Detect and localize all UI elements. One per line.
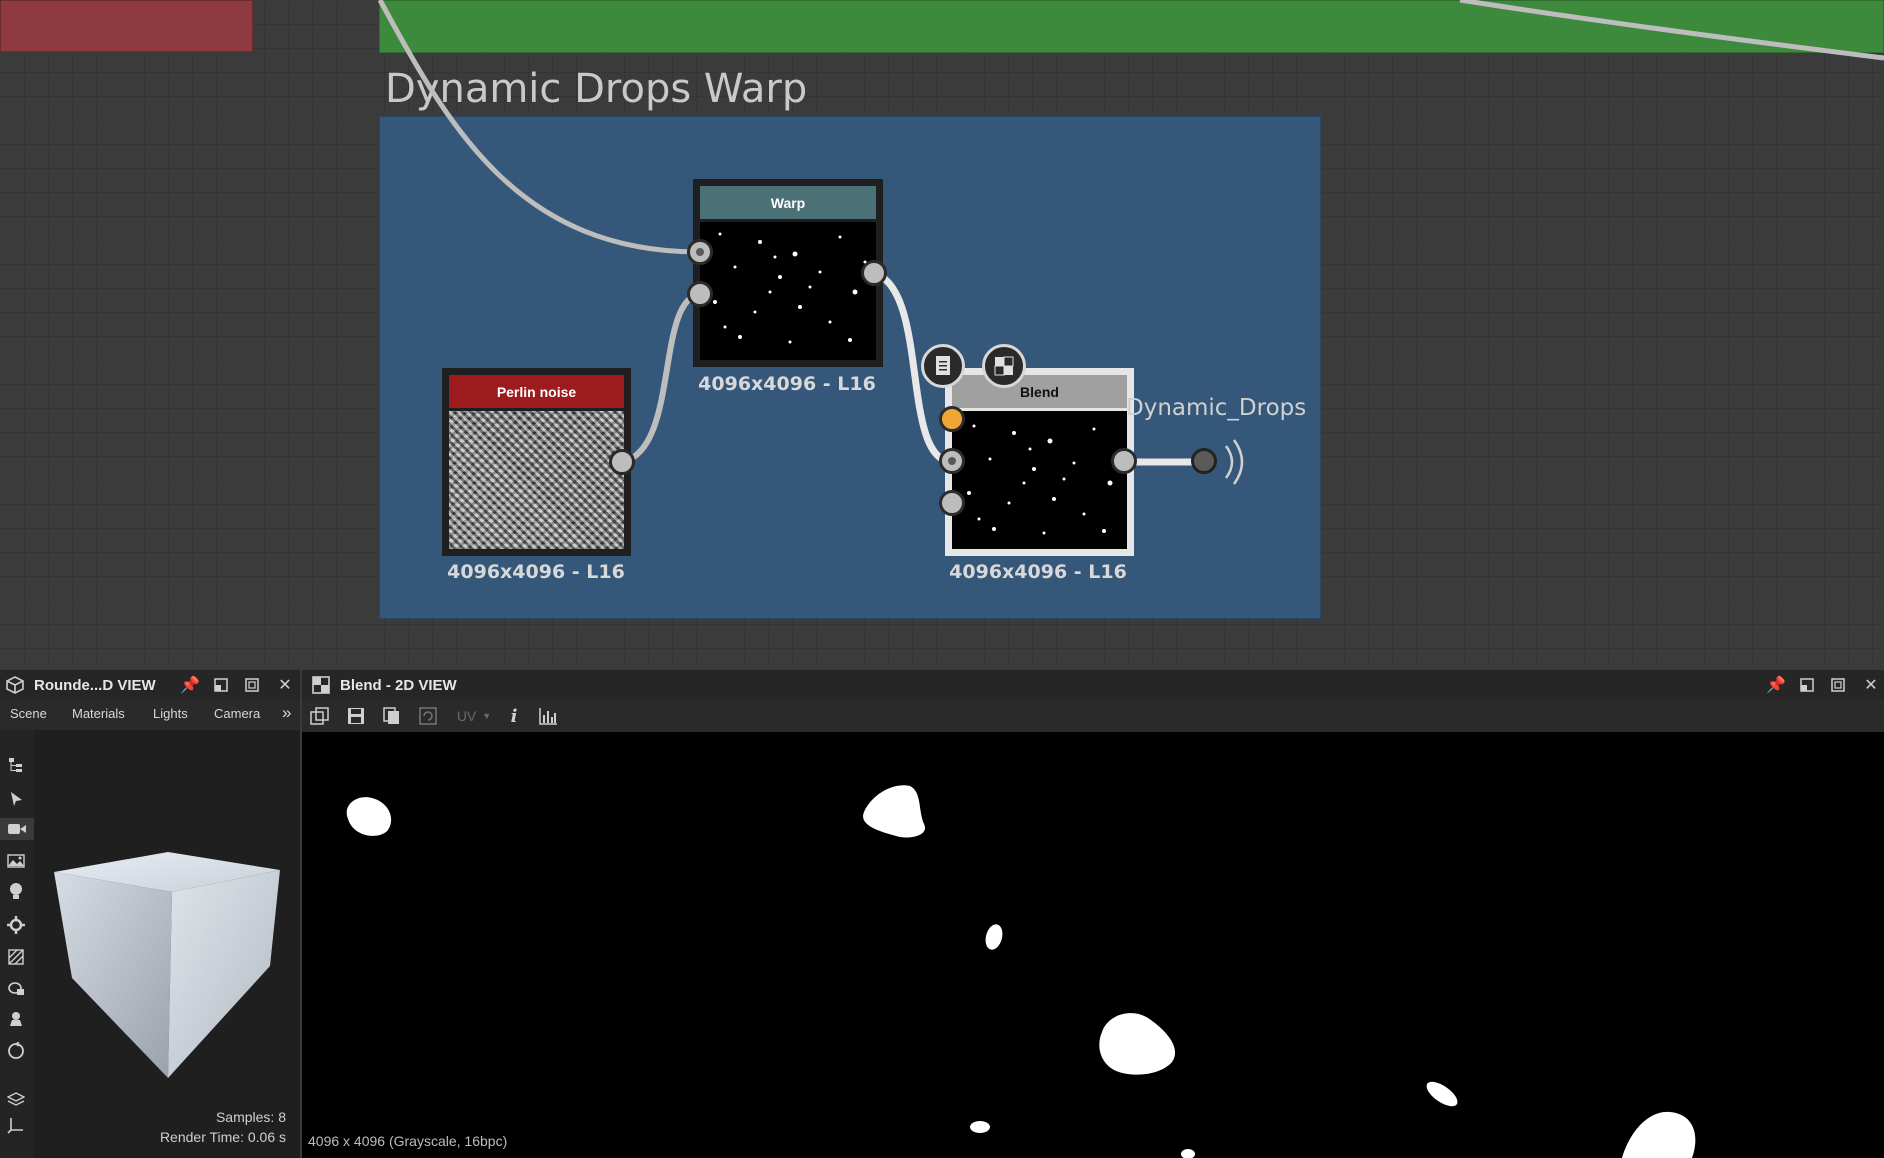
- layers-icon[interactable]: [5, 1088, 27, 1110]
- info-icon[interactable]: i: [502, 705, 526, 727]
- pin-icon[interactable]: 📌: [1766, 676, 1786, 694]
- warp-output-port[interactable]: [861, 260, 887, 286]
- refresh-icon[interactable]: [416, 705, 440, 727]
- hierarchy-icon[interactable]: [5, 754, 27, 776]
- undock-icon[interactable]: [212, 676, 230, 694]
- drops-thumbnail: [967, 424, 1120, 535]
- drop-shape: [1099, 1013, 1176, 1075]
- document-icon: [936, 356, 950, 375]
- menu-materials[interactable]: Materials: [72, 706, 125, 721]
- perlin-noise-node-header: Perlin noise: [449, 375, 624, 408]
- perlin-noise-node[interactable]: Perlin noise: [442, 368, 631, 556]
- uv-dropdown[interactable]: UV ▼: [452, 705, 496, 727]
- blend-output-image: [346, 785, 1696, 1158]
- 3d-viewport[interactable]: Samples: 8 Render Time: 0.06 s: [34, 730, 300, 1158]
- 2d-viewport[interactable]: [302, 732, 1884, 1158]
- drop-shape: [985, 924, 1003, 950]
- environment-icon[interactable]: [5, 849, 27, 871]
- undock-icon[interactable]: [1798, 676, 1816, 694]
- blend-node-thumbnail: [952, 411, 1127, 549]
- 3d-view-title: Rounde...D VIEW: [34, 676, 156, 694]
- settings-icon[interactable]: [5, 914, 27, 936]
- 2d-view-status: 4096 x 4096 (Grayscale, 16bpc): [308, 1133, 508, 1149]
- warp-node-title: Warp: [770, 194, 806, 211]
- render-time: Render Time: 0.06 s: [159, 1129, 286, 1145]
- cube-icon: [6, 676, 24, 694]
- wire-top-right: [1459, 0, 1884, 61]
- drop-shape: [1622, 1111, 1696, 1158]
- blend-node-resolution: 4096x4096 - L16: [949, 561, 1127, 583]
- blend-node[interactable]: Blend: [945, 368, 1134, 556]
- select-arrow-icon[interactable]: [5, 788, 27, 810]
- drop-shape: [863, 785, 926, 838]
- menu-lights[interactable]: Lights: [153, 706, 188, 721]
- blend-node-header: Blend: [952, 375, 1127, 408]
- histogram-icon[interactable]: [536, 705, 560, 727]
- menu-more-icon[interactable]: »: [282, 703, 291, 723]
- warp-node-thumbnail: [700, 222, 876, 360]
- blend-checker-badge[interactable]: [982, 344, 1026, 388]
- perlin-noise-thumbnail: [449, 411, 624, 549]
- drop-shape: [1181, 1149, 1195, 1158]
- drop-shape: [970, 1121, 990, 1133]
- blend-node-title: Blend: [1020, 383, 1059, 400]
- light-icon[interactable]: [5, 880, 27, 902]
- node-graph-canvas[interactable]: Dynamic Drops Warp Warp 4096x4096 - L16 …: [0, 0, 1884, 666]
- info-label: i: [510, 705, 518, 727]
- blend-input-port-background[interactable]: [939, 448, 965, 474]
- output-signal-icon: [1224, 439, 1244, 485]
- 2d-view-title-bar: Blend - 2D VIEW: [302, 670, 1884, 700]
- warp-node[interactable]: Warp: [693, 179, 883, 367]
- rotate-icon[interactable]: [5, 1040, 27, 1062]
- blend-input-port-foreground[interactable]: [939, 406, 965, 432]
- blend-doc-badge[interactable]: [921, 344, 965, 388]
- drops-thumbnail: [713, 232, 867, 344]
- output-node-port[interactable]: [1191, 448, 1217, 474]
- warp-node-header: Warp: [700, 186, 876, 219]
- close-icon[interactable]: ✕: [1862, 676, 1880, 694]
- menu-camera[interactable]: Camera: [214, 706, 260, 721]
- texture-icon[interactable]: [5, 946, 27, 968]
- chevron-down-icon: ▼: [482, 711, 492, 721]
- axis-icon[interactable]: [5, 1114, 27, 1136]
- maximize-icon[interactable]: [243, 676, 261, 694]
- drop-shape: [1426, 1081, 1458, 1107]
- camera-icon[interactable]: [0, 818, 34, 840]
- render-samples: Samples: 8: [215, 1109, 286, 1125]
- uv-label: UV: [456, 708, 477, 724]
- pedestal-icon[interactable]: [5, 1008, 27, 1030]
- close-icon[interactable]: ✕: [276, 676, 294, 694]
- blend-output-port[interactable]: [1111, 448, 1137, 474]
- maximize-icon[interactable]: [1829, 676, 1847, 694]
- 2d-view-icon: [312, 676, 330, 694]
- copy-icon[interactable]: [380, 705, 404, 727]
- 2d-view-title: Blend - 2D VIEW: [340, 676, 457, 694]
- perlin-noise-node-resolution: 4096x4096 - L16: [447, 561, 625, 583]
- menu-scene[interactable]: Scene: [10, 706, 47, 721]
- rounded-cube-preview: [54, 852, 280, 1078]
- shape-icon[interactable]: [5, 977, 27, 999]
- blend-input-port-mask[interactable]: [939, 490, 965, 516]
- warp-input-port-1[interactable]: [687, 239, 713, 265]
- output-node-label: Dynamic_Drops: [1126, 395, 1307, 421]
- pin-icon[interactable]: 📌: [180, 676, 200, 694]
- drop-shape: [346, 797, 392, 836]
- checker-icon: [994, 356, 1014, 376]
- perlin-noise-output-port[interactable]: [609, 449, 635, 475]
- export-icon[interactable]: [308, 705, 332, 727]
- warp-node-resolution: 4096x4096 - L16: [698, 373, 876, 395]
- save-icon[interactable]: [344, 705, 368, 727]
- warp-input-port-2[interactable]: [687, 281, 713, 307]
- wire-to-warp-input: [377, 0, 701, 255]
- perlin-noise-node-title: Perlin noise: [496, 383, 577, 400]
